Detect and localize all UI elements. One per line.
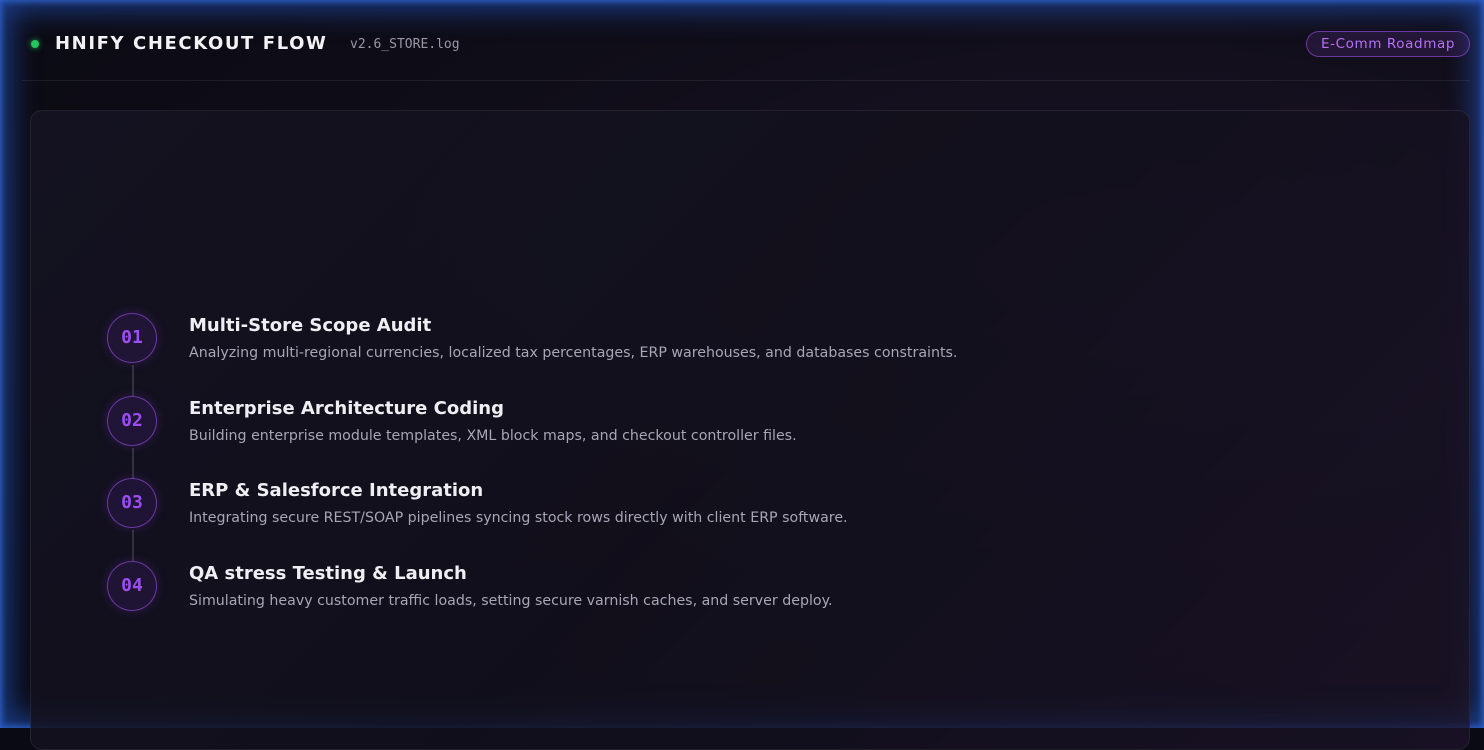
- timeline-connector: [132, 365, 134, 396]
- step-number-badge: 02: [107, 395, 157, 446]
- app-window: HNIFY CHECKOUT FLOW v2.6_STORE.log E-Com…: [0, 0, 1484, 750]
- step-number-badge: 04: [107, 560, 157, 611]
- roadmap-badge[interactable]: E-Comm Roadmap: [1306, 31, 1470, 57]
- header-bar: HNIFY CHECKOUT FLOW v2.6_STORE.log E-Com…: [22, 22, 1470, 81]
- roadmap-panel: 01 Multi-Store Scope Audit Analyzing mul…: [30, 110, 1470, 750]
- timeline-step: 02 Enterprise Architecture Coding Buildi…: [107, 395, 1307, 479]
- timeline-step: 03 ERP & Salesforce Integration Integrat…: [107, 478, 1307, 561]
- step-title: Multi-Store Scope Audit: [189, 315, 432, 336]
- log-file-label: v2.6_STORE.log: [350, 37, 460, 52]
- step-description: Building enterprise module templates, XM…: [189, 427, 797, 444]
- step-title: ERP & Salesforce Integration: [189, 480, 484, 501]
- timeline-step: 01 Multi-Store Scope Audit Analyzing mul…: [107, 313, 1307, 396]
- step-number-badge: 01: [107, 313, 157, 363]
- status-dot-icon: [31, 40, 39, 48]
- step-description: Analyzing multi-regional currencies, loc…: [189, 345, 958, 361]
- timeline-connector: [132, 447, 134, 479]
- step-number-badge: 03: [107, 478, 157, 528]
- timeline-step: 04 QA stress Testing & Launch Simulating…: [107, 560, 1307, 644]
- step-title: QA stress Testing & Launch: [189, 562, 467, 584]
- step-description: Simulating heavy customer traffic loads,…: [189, 592, 833, 609]
- timeline: 01 Multi-Store Scope Audit Analyzing mul…: [107, 313, 1307, 643]
- step-description: Integrating secure REST/SOAP pipelines s…: [189, 510, 848, 526]
- timeline-connector: [132, 530, 134, 561]
- step-title: Enterprise Architecture Coding: [189, 397, 504, 419]
- app-title: HNIFY CHECKOUT FLOW: [55, 33, 328, 54]
